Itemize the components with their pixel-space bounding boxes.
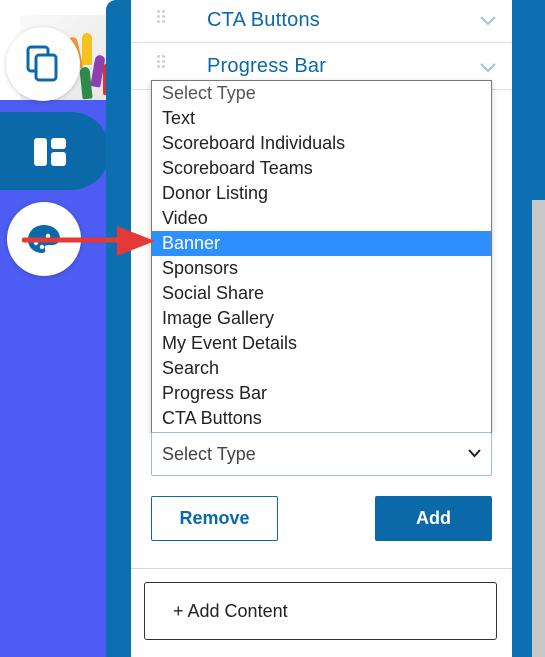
add-content-button[interactable]: + Add Content xyxy=(144,582,497,640)
option-progress-bar[interactable]: Progress Bar xyxy=(152,381,491,406)
option-cta-buttons[interactable]: CTA Buttons xyxy=(152,406,491,431)
section-divider xyxy=(131,568,512,569)
row-label: CTA Buttons xyxy=(207,9,320,31)
option-scoreboard-individuals[interactable]: Scoreboard Individuals xyxy=(152,131,491,156)
row-label: Progress Bar xyxy=(207,55,327,77)
chevron-down-icon xyxy=(468,449,481,458)
remove-button[interactable]: Remove xyxy=(151,496,278,541)
option-donor-listing[interactable]: Donor Listing xyxy=(152,181,491,206)
drag-handle-icon[interactable] xyxy=(157,10,165,23)
red-arrow-annotation xyxy=(22,226,155,256)
copy-icon xyxy=(26,45,58,82)
drag-handle-icon[interactable] xyxy=(157,55,165,68)
chevron-down-icon[interactable] xyxy=(480,16,496,26)
add-button[interactable]: Add xyxy=(375,496,492,541)
option-select-type[interactable]: Select Type xyxy=(152,81,491,106)
option-banner[interactable]: Banner xyxy=(152,231,491,256)
option-search[interactable]: Search xyxy=(152,356,491,381)
dashboard-icon xyxy=(34,138,66,166)
option-my-event-details[interactable]: My Event Details xyxy=(152,331,491,356)
panel-scrollbar[interactable] xyxy=(532,200,545,657)
content-row-cta-buttons[interactable]: CTA Buttons xyxy=(131,0,512,43)
type-select[interactable]: Select Type xyxy=(151,432,492,476)
option-video[interactable]: Video xyxy=(152,206,491,231)
option-scoreboard-teams[interactable]: Scoreboard Teams xyxy=(152,156,491,181)
option-sponsors[interactable]: Sponsors xyxy=(152,256,491,281)
type-select-value: Select Type xyxy=(162,444,256,464)
copy-button[interactable] xyxy=(6,27,80,101)
option-text[interactable]: Text xyxy=(152,106,491,131)
chevron-down-icon[interactable] xyxy=(480,63,496,73)
option-image-gallery[interactable]: Image Gallery xyxy=(152,306,491,331)
type-dropdown-list[interactable]: Select Type Text Scoreboard Individuals … xyxy=(151,80,492,433)
option-social-share[interactable]: Social Share xyxy=(152,281,491,306)
